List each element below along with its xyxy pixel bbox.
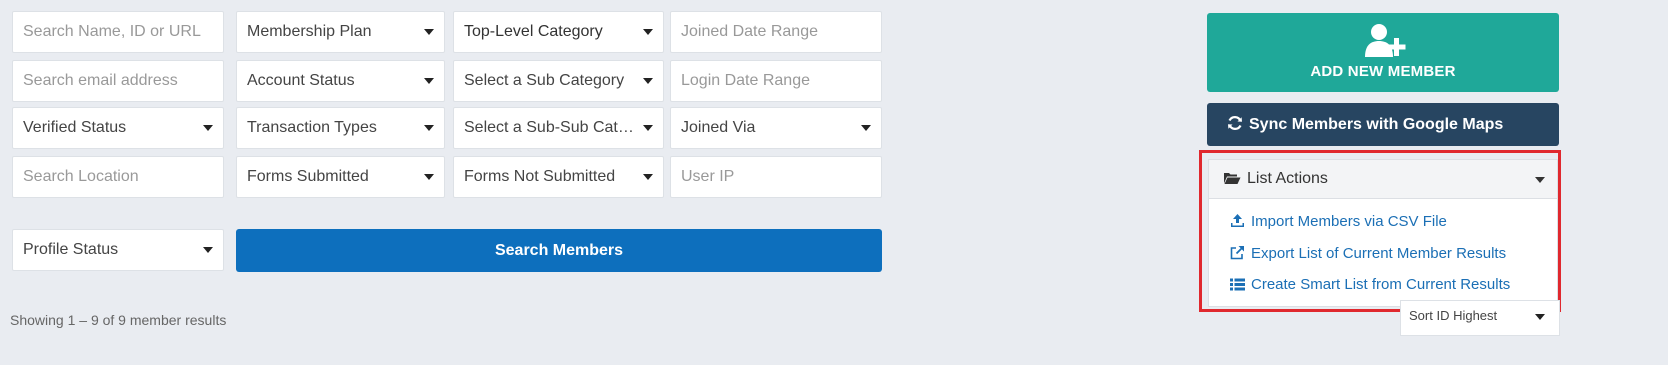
forms-not-submitted-label: Forms Not Submitted bbox=[464, 168, 616, 185]
import-csv-label: Import Members via CSV File bbox=[1251, 213, 1447, 230]
sub-category-select[interactable]: Select a Sub Category bbox=[453, 60, 664, 102]
chevron-down-icon bbox=[1535, 314, 1545, 320]
chevron-down-icon bbox=[861, 125, 871, 131]
chevron-down-icon bbox=[643, 125, 653, 131]
account-status-select[interactable]: Account Status bbox=[236, 60, 445, 102]
results-count-text: Showing 1 – 9 of 9 member results bbox=[10, 312, 227, 328]
list-actions-menu: Import Members via CSV File Export List … bbox=[1208, 199, 1558, 307]
chevron-down-icon bbox=[643, 78, 653, 84]
list-actions-dropdown[interactable]: List Actions bbox=[1208, 159, 1558, 199]
chevron-down-icon bbox=[203, 247, 213, 253]
chevron-down-icon bbox=[1535, 177, 1545, 183]
verified-status-select[interactable]: Verified Status bbox=[12, 107, 224, 149]
login-date-range-input[interactable]: Login Date Range bbox=[670, 60, 882, 102]
sync-google-maps-button[interactable]: Sync Members with Google Maps bbox=[1207, 103, 1559, 146]
chevron-down-icon bbox=[643, 174, 653, 180]
export-results-menu-item[interactable]: Export List of Current Member Results bbox=[1230, 245, 1506, 262]
forms-submitted-select[interactable]: Forms Submitted bbox=[236, 156, 445, 198]
list-actions-label: List Actions bbox=[1247, 170, 1328, 187]
account-status-label: Account Status bbox=[247, 72, 355, 89]
search-location-input[interactable]: Search Location bbox=[12, 156, 224, 198]
profile-status-label: Profile Status bbox=[23, 241, 119, 258]
sync-button-label: Sync Members with Google Maps bbox=[1249, 116, 1504, 133]
profile-status-select[interactable]: Profile Status bbox=[12, 229, 224, 271]
membership-plan-label: Membership Plan bbox=[247, 23, 372, 40]
chevron-down-icon bbox=[643, 29, 653, 35]
top-level-category-select[interactable]: Top-Level Category bbox=[453, 11, 664, 53]
joined-date-range-input[interactable]: Joined Date Range bbox=[670, 11, 882, 53]
chevron-down-icon bbox=[424, 125, 434, 131]
list-icon bbox=[1230, 276, 1251, 293]
chevron-down-icon bbox=[424, 29, 434, 35]
membership-plan-select[interactable]: Membership Plan bbox=[236, 11, 445, 53]
create-smart-list-menu-item[interactable]: Create Smart List from Current Results bbox=[1230, 276, 1510, 293]
create-smart-list-label: Create Smart List from Current Results bbox=[1251, 276, 1511, 293]
joined-via-label: Joined Via bbox=[681, 119, 756, 136]
sort-select[interactable]: Sort ID Highest bbox=[1400, 300, 1560, 336]
search-members-button[interactable]: Search Members bbox=[236, 229, 882, 272]
sub-sub-category-label: Select a Sub-Sub Category bbox=[464, 119, 637, 136]
sub-category-label: Select a Sub Category bbox=[464, 72, 625, 89]
chevron-down-icon bbox=[203, 125, 213, 131]
user-ip-input[interactable]: User IP bbox=[670, 156, 882, 198]
joined-via-select[interactable]: Joined Via bbox=[670, 107, 882, 149]
transaction-types-label: Transaction Types bbox=[247, 119, 377, 136]
sub-sub-category-select[interactable]: Select a Sub-Sub Category bbox=[453, 107, 664, 149]
add-new-member-label: ADD NEW MEMBER bbox=[1310, 63, 1456, 80]
chevron-down-icon bbox=[424, 78, 434, 84]
verified-status-label: Verified Status bbox=[23, 119, 127, 136]
search-name-input[interactable]: Search Name, ID or URL bbox=[12, 11, 224, 53]
upload-icon bbox=[1230, 213, 1251, 230]
search-email-input[interactable]: Search email address bbox=[12, 60, 224, 102]
add-new-member-button[interactable]: ADD NEW MEMBER bbox=[1207, 13, 1559, 92]
folder-open-icon bbox=[1223, 170, 1247, 187]
export-results-label: Export List of Current Member Results bbox=[1251, 245, 1507, 262]
external-link-icon bbox=[1230, 245, 1251, 262]
forms-submitted-label: Forms Submitted bbox=[247, 168, 369, 185]
user-plus-icon bbox=[1363, 23, 1407, 59]
sort-select-label: Sort ID Highest bbox=[1409, 308, 1498, 323]
chevron-down-icon bbox=[424, 174, 434, 180]
refresh-icon bbox=[1227, 116, 1249, 133]
forms-not-submitted-select[interactable]: Forms Not Submitted bbox=[453, 156, 664, 198]
import-csv-menu-item[interactable]: Import Members via CSV File bbox=[1230, 213, 1447, 230]
transaction-types-select[interactable]: Transaction Types bbox=[236, 107, 445, 149]
top-level-category-label: Top-Level Category bbox=[464, 23, 603, 40]
